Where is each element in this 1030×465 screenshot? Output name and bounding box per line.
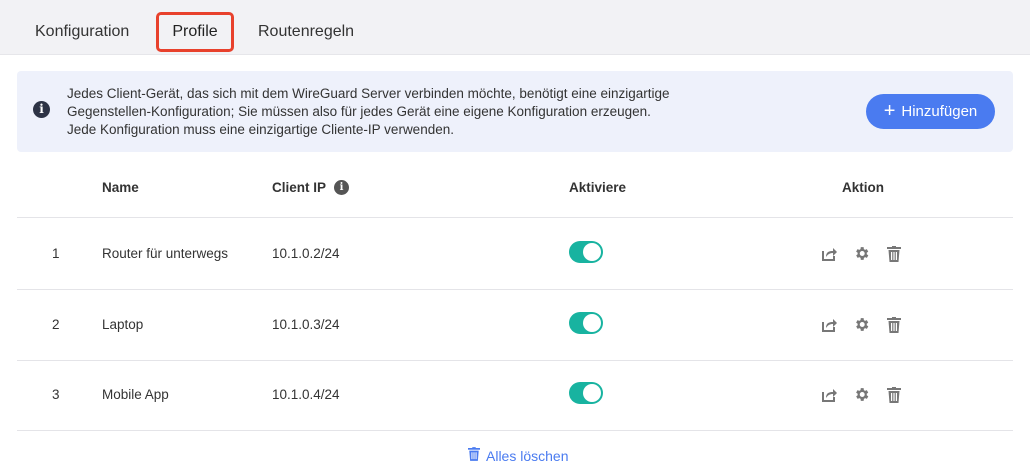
toggle-knob bbox=[583, 243, 601, 261]
trash-icon[interactable] bbox=[884, 315, 903, 334]
header-client-ip: Client IP i bbox=[272, 180, 350, 195]
toggle-knob bbox=[583, 314, 601, 332]
tab-routenregeln[interactable]: Routenregeln bbox=[258, 12, 354, 52]
activate-toggle[interactable] bbox=[569, 312, 603, 334]
row-actions bbox=[820, 315, 903, 334]
client-ip: 10.1.0.2/24 bbox=[272, 246, 340, 261]
plus-icon: + bbox=[883, 99, 896, 122]
export-icon[interactable] bbox=[820, 244, 839, 263]
add-button[interactable]: + Hinzufügen bbox=[866, 94, 995, 129]
info-line: Jede Konfiguration muss eine einzigartig… bbox=[67, 122, 454, 137]
info-icon[interactable]: i bbox=[334, 180, 350, 195]
header-client-ip-label: Client IP bbox=[272, 180, 327, 195]
table-row: 2 Laptop 10.1.0.3/24 bbox=[17, 290, 1013, 361]
trash-icon[interactable] bbox=[884, 244, 903, 263]
header-activate: Aktiviere bbox=[569, 180, 627, 195]
header-name: Name bbox=[102, 180, 139, 195]
toggle-knob bbox=[583, 384, 601, 402]
profile-name: Router für unterwegs bbox=[102, 246, 229, 261]
activate-toggle[interactable] bbox=[569, 241, 603, 263]
export-icon[interactable] bbox=[820, 315, 839, 334]
gear-icon[interactable] bbox=[852, 315, 871, 334]
row-actions bbox=[820, 385, 903, 404]
add-button-label: Hinzufügen bbox=[901, 103, 978, 120]
info-line: Jedes Client-Gerät, das sich mit dem Wir… bbox=[67, 86, 670, 101]
info-text: Jedes Client-Gerät, das sich mit dem Wir… bbox=[67, 85, 670, 139]
client-ip: 10.1.0.3/24 bbox=[272, 317, 340, 332]
activate-toggle[interactable] bbox=[569, 382, 603, 404]
trash-icon[interactable] bbox=[884, 385, 903, 404]
tab-profile[interactable]: Profile bbox=[156, 12, 234, 52]
client-ip: 10.1.0.4/24 bbox=[272, 387, 340, 402]
profile-name: Mobile App bbox=[102, 387, 169, 402]
info-line: Gegenstellen-Konfiguration; Sie müssen a… bbox=[67, 104, 651, 119]
row-number: 2 bbox=[52, 317, 60, 332]
info-banner: i Jedes Client-Gerät, das sich mit dem W… bbox=[17, 71, 1013, 152]
profile-name: Laptop bbox=[102, 317, 144, 332]
info-icon: i bbox=[33, 101, 50, 118]
header-action: Aktion bbox=[842, 180, 884, 195]
table-header: Name Client IP i Aktiviere Aktion bbox=[17, 160, 1013, 218]
delete-all-button[interactable]: Alles löschen bbox=[468, 447, 569, 464]
table-row: 3 Mobile App 10.1.0.4/24 bbox=[17, 360, 1013, 431]
export-icon[interactable] bbox=[820, 385, 839, 404]
trash-icon bbox=[468, 447, 480, 464]
row-number: 3 bbox=[52, 387, 60, 402]
row-actions bbox=[820, 244, 903, 263]
gear-icon[interactable] bbox=[852, 385, 871, 404]
row-number: 1 bbox=[52, 246, 60, 261]
gear-icon[interactable] bbox=[852, 244, 871, 263]
table-row: 1 Router für unterwegs 10.1.0.2/24 bbox=[17, 219, 1013, 290]
delete-all-label: Alles löschen bbox=[486, 447, 569, 464]
tab-konfiguration[interactable]: Konfiguration bbox=[35, 12, 129, 52]
tab-bar: Konfiguration Profile Routenregeln bbox=[0, 0, 1030, 55]
